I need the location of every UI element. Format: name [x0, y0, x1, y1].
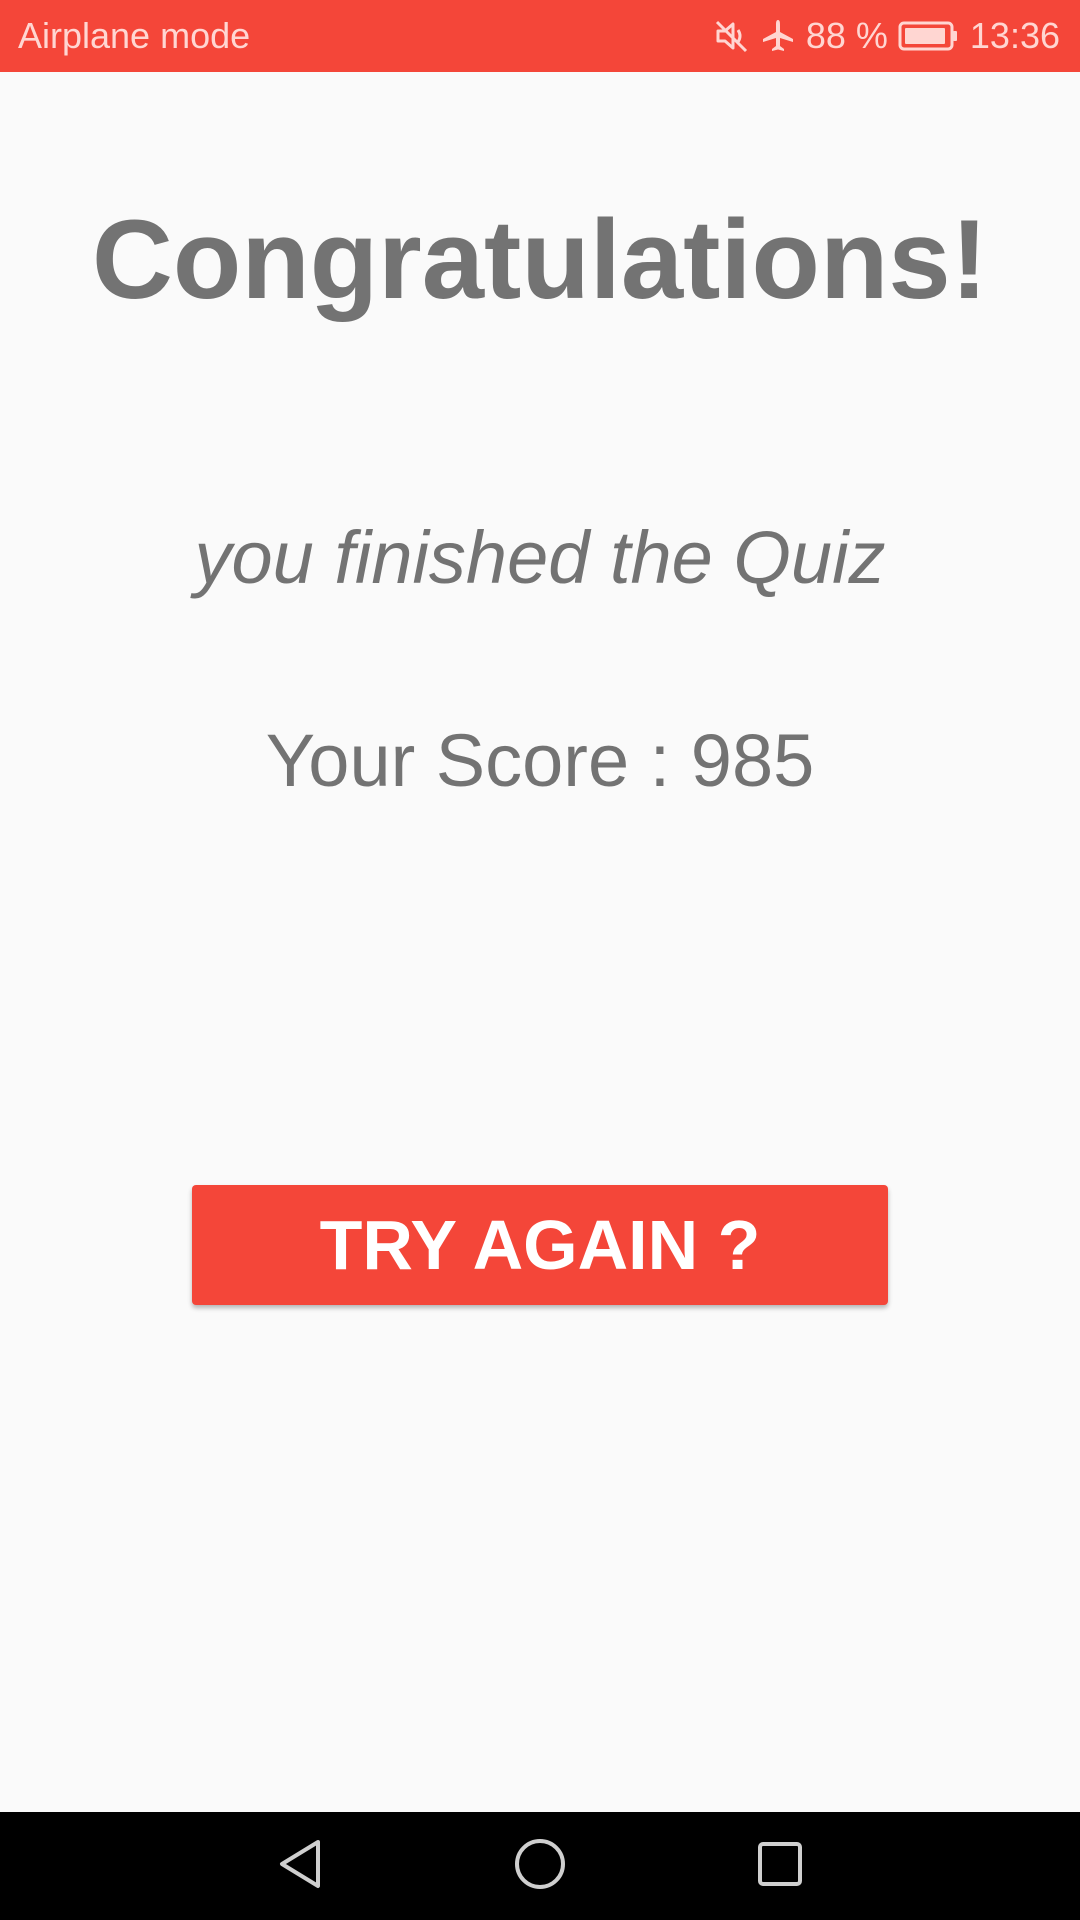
mute-icon [714, 18, 750, 54]
recents-icon [754, 1838, 806, 1895]
status-bar: Airplane mode 88 % 13:36 [0, 0, 1080, 72]
airplane-mode-label: Airplane mode [18, 15, 251, 56]
clock: 13:36 [969, 15, 1060, 56]
battery-percent: 88 % [805, 15, 888, 56]
finished-quiz-subtitle: you finished the Quiz [194, 516, 886, 599]
back-icon [274, 1836, 326, 1897]
airplane-icon [760, 18, 796, 54]
status-icons: 88 % 13:36 [714, 14, 1060, 58]
congratulations-title: Congratulations! [92, 197, 988, 322]
quiz-result-screen: Airplane mode 88 % 13:36 Congratulations… [0, 0, 1080, 1920]
recents-button[interactable] [700, 1812, 860, 1920]
battery-icon [898, 20, 960, 52]
home-icon [512, 1836, 568, 1897]
back-button[interactable] [220, 1812, 380, 1920]
home-button[interactable] [460, 1812, 620, 1920]
score-text: Your Score : 985 [265, 719, 815, 802]
navigation-bar [0, 1812, 1080, 1920]
try-again-button[interactable]: TRY AGAIN ? [192, 1185, 888, 1305]
